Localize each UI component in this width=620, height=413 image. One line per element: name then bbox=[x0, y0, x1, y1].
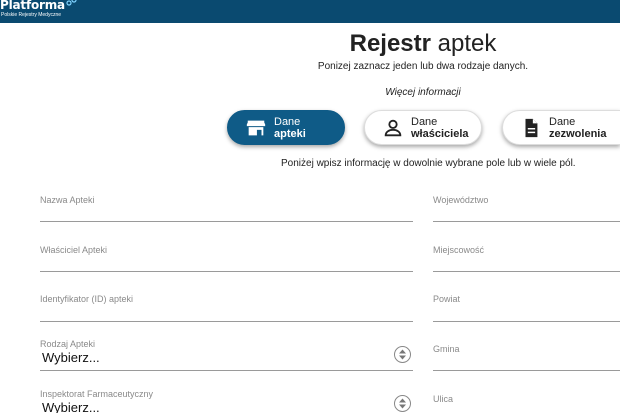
data-type-zezwolenia-button[interactable]: Dane zezwolenia bbox=[502, 110, 620, 145]
field-underline bbox=[40, 321, 413, 322]
top-bar: Platforma Polskie Rejestry Medyczne bbox=[0, 0, 620, 23]
page-title-strong: Rejestr bbox=[349, 30, 431, 57]
data-type-wlasciciela-button[interactable]: Dane właściciela bbox=[364, 110, 482, 145]
field-underline bbox=[433, 321, 620, 322]
logo-mark-icon bbox=[66, 0, 77, 6]
field-underline bbox=[433, 370, 620, 371]
page-title-light: aptek bbox=[437, 30, 497, 57]
more-info-link[interactable]: Więcej informacji bbox=[0, 87, 620, 98]
field-underline bbox=[40, 271, 413, 272]
miejscowosc-field[interactable]: Miejscowość bbox=[433, 245, 620, 272]
inspektorat-farmaceutyczny-value: Wybierz... bbox=[42, 400, 100, 413]
field-underline bbox=[433, 221, 620, 222]
powiat-field[interactable]: Powiat bbox=[433, 294, 620, 322]
logo-subtitle: Polskie Rejestry Medyczne bbox=[1, 12, 62, 18]
field-underline bbox=[40, 370, 413, 371]
nazwa-apteki-field[interactable]: Nazwa Apteki bbox=[40, 195, 413, 222]
inspektorat-farmaceutyczny-label: Inspektorat Farmaceutyczny bbox=[40, 389, 154, 399]
select-stepper-icon[interactable] bbox=[394, 346, 411, 363]
data-type-wlasciciela-line1: Dane bbox=[411, 115, 438, 128]
ulica-label: Ulica bbox=[433, 394, 454, 404]
inspektorat-farmaceutyczny-select[interactable]: Inspektorat Farmaceutyczny Wybierz... bbox=[40, 389, 413, 413]
wlasciciel-apteki-field[interactable]: Właściciel Apteki bbox=[40, 245, 413, 272]
gmina-field[interactable]: Gmina bbox=[433, 344, 620, 371]
rodzaj-apteki-value: Wybierz... bbox=[42, 350, 100, 365]
storefront-icon bbox=[246, 120, 266, 135]
person-icon bbox=[384, 119, 402, 136]
document-icon bbox=[525, 118, 538, 137]
data-type-zezwolenia-line1: Dane bbox=[549, 115, 576, 128]
rodzaj-apteki-select[interactable]: Rodzaj Apteki Wybierz... bbox=[40, 339, 413, 371]
select-stepper-icon[interactable] bbox=[394, 395, 411, 412]
nazwa-apteki-label: Nazwa Apteki bbox=[40, 195, 95, 205]
data-type-wlasciciela-line2: właściciela bbox=[411, 127, 469, 140]
wlasciciel-apteki-label: Właściciel Apteki bbox=[40, 245, 108, 255]
rodzaj-apteki-label: Rodzaj Apteki bbox=[40, 339, 96, 349]
wojewodztwo-label: Województwo bbox=[433, 195, 489, 205]
gmina-label: Gmina bbox=[433, 344, 460, 354]
field-underline bbox=[433, 271, 620, 272]
data-type-apteki-button[interactable]: Dane apteki bbox=[227, 110, 345, 145]
data-type-apteki-line2: apteki bbox=[274, 127, 306, 140]
data-type-apteki-line1: Dane bbox=[274, 115, 301, 128]
fields-instruction: Poniżej wpisz informację w dowolnie wybr… bbox=[281, 158, 576, 169]
data-type-instruction: Ponizej zaznacz jeden lub dwa rodzaje da… bbox=[317, 61, 529, 72]
wojewodztwo-field[interactable]: Województwo bbox=[433, 195, 620, 222]
platform-logo[interactable]: Platforma Polskie Rejestry Medyczne bbox=[0, 0, 77, 18]
powiat-label: Powiat bbox=[433, 294, 461, 304]
page-title: Rejestr aptek bbox=[0, 30, 620, 58]
data-type-zezwolenia-line2: zezwolenia bbox=[549, 127, 607, 140]
identyfikator-apteki-label: Identyfikator (ID) apteki bbox=[40, 294, 134, 304]
ulica-field[interactable]: Ulica bbox=[433, 394, 620, 413]
miejscowosc-label: Miejscowość bbox=[433, 245, 485, 255]
logo-title: Platforma bbox=[0, 0, 65, 12]
identyfikator-apteki-field[interactable]: Identyfikator (ID) apteki bbox=[40, 294, 413, 322]
field-underline bbox=[40, 221, 413, 222]
